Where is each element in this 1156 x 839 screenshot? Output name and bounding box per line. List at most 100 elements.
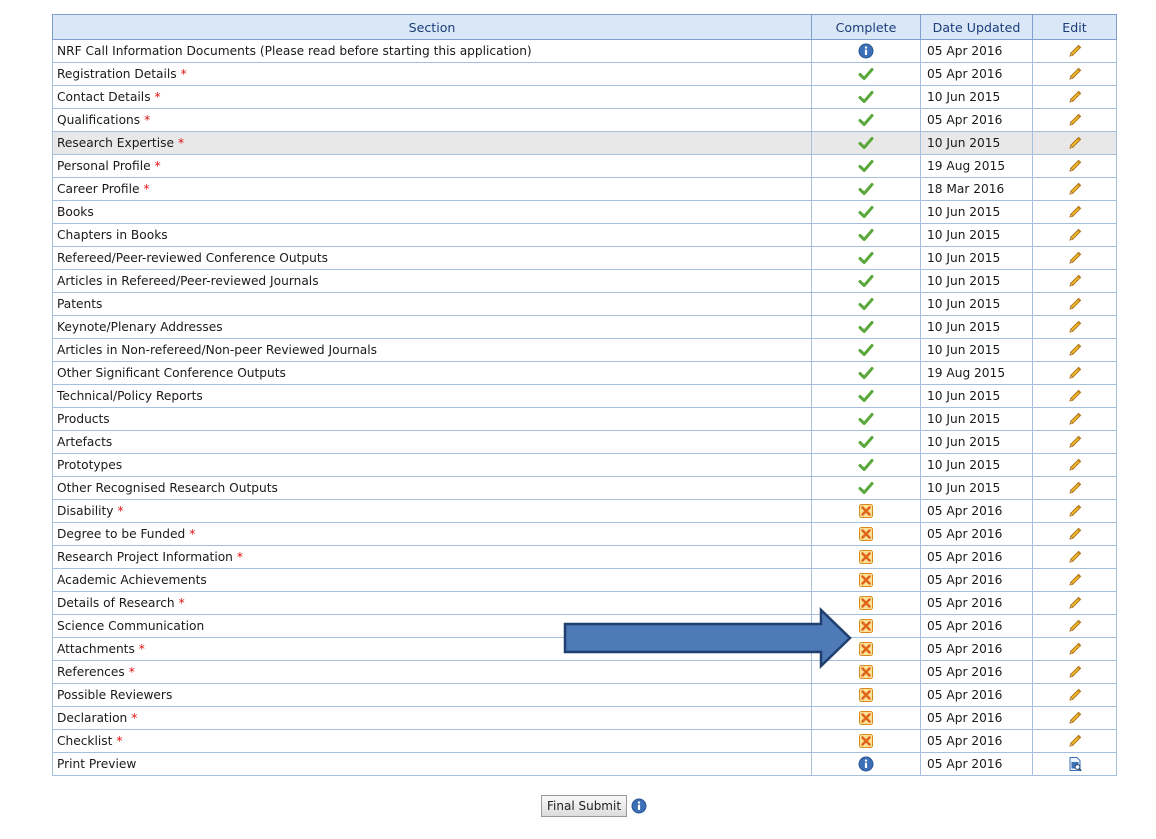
column-header-edit: Edit xyxy=(1032,14,1117,40)
pencil-edit-icon[interactable] xyxy=(1067,710,1083,726)
pencil-edit-icon[interactable] xyxy=(1067,549,1083,565)
pencil-edit-icon[interactable] xyxy=(1067,641,1083,657)
complete-check-icon xyxy=(858,66,874,82)
section-cell: Keynote/Plenary Addresses xyxy=(52,315,812,339)
pencil-edit-icon[interactable] xyxy=(1067,43,1083,59)
pencil-edit-icon[interactable] xyxy=(1067,733,1083,749)
pencil-edit-icon[interactable] xyxy=(1067,296,1083,312)
edit-cell xyxy=(1032,62,1117,86)
complete-check-icon xyxy=(858,273,874,289)
table-row: Print Preview 05 Apr 2016 xyxy=(52,752,1117,776)
section-cell: Checklist * xyxy=(52,729,812,753)
edit-cell xyxy=(1032,660,1117,684)
date-updated-cell: 05 Apr 2016 xyxy=(920,706,1033,730)
edit-cell xyxy=(1032,200,1117,224)
table-row: NRF Call Information Documents (Please r… xyxy=(52,39,1117,63)
edit-cell xyxy=(1032,315,1117,339)
date-updated-cell: 05 Apr 2016 xyxy=(920,660,1033,684)
table-row: Refereed/Peer-reviewed Conference Output… xyxy=(52,246,1117,270)
pencil-edit-icon[interactable] xyxy=(1067,89,1083,105)
complete-cell xyxy=(811,361,921,385)
table-row: Books 10 Jun 2015 xyxy=(52,200,1117,224)
pencil-edit-icon[interactable] xyxy=(1067,457,1083,473)
pencil-edit-icon[interactable] xyxy=(1067,66,1083,82)
pencil-edit-icon[interactable] xyxy=(1067,480,1083,496)
pencil-edit-icon[interactable] xyxy=(1067,503,1083,519)
section-name: Refereed/Peer-reviewed Conference Output… xyxy=(57,251,328,265)
pencil-edit-icon[interactable] xyxy=(1067,434,1083,450)
complete-cell xyxy=(811,522,921,546)
final-submit-button[interactable]: Final Submit xyxy=(541,795,628,817)
pencil-edit-icon[interactable] xyxy=(1067,181,1083,197)
date-updated-cell: 10 Jun 2015 xyxy=(920,315,1033,339)
section-name: Patents xyxy=(57,297,103,311)
date-updated-cell: 10 Jun 2015 xyxy=(920,131,1033,155)
section-name: Products xyxy=(57,412,110,426)
pencil-edit-icon[interactable] xyxy=(1067,572,1083,588)
section-name: Contact Details xyxy=(57,90,151,104)
info-icon[interactable] xyxy=(858,43,874,59)
pencil-edit-icon[interactable] xyxy=(1067,595,1083,611)
required-marker: * xyxy=(189,527,196,541)
table-row: Research Project Information * 05 Apr 2016 xyxy=(52,545,1117,569)
print-preview-icon[interactable] xyxy=(1067,756,1083,772)
edit-cell xyxy=(1032,384,1117,408)
edit-cell xyxy=(1032,407,1117,431)
edit-cell xyxy=(1032,453,1117,477)
pencil-edit-icon[interactable] xyxy=(1067,158,1083,174)
pencil-edit-icon[interactable] xyxy=(1067,388,1083,404)
table-row: Career Profile * 18 Mar 2016 xyxy=(52,177,1117,201)
date-updated-cell: 05 Apr 2016 xyxy=(920,568,1033,592)
date-updated-cell: 05 Apr 2016 xyxy=(920,752,1033,776)
incomplete-cross-icon xyxy=(858,595,874,611)
date-updated-cell: 10 Jun 2015 xyxy=(920,85,1033,109)
section-cell: Qualifications * xyxy=(52,108,812,132)
pencil-edit-icon[interactable] xyxy=(1067,204,1083,220)
section-name: Other Significant Conference Outputs xyxy=(57,366,286,380)
pencil-edit-icon[interactable] xyxy=(1067,411,1083,427)
section-name: Research Expertise xyxy=(57,136,174,150)
edit-cell xyxy=(1032,361,1117,385)
section-name: Other Recognised Research Outputs xyxy=(57,481,278,495)
section-name: Artefacts xyxy=(57,435,113,449)
pencil-edit-icon[interactable] xyxy=(1067,618,1083,634)
section-cell: Academic Achievements xyxy=(52,568,812,592)
pencil-edit-icon[interactable] xyxy=(1067,112,1083,128)
info-icon[interactable] xyxy=(858,756,874,772)
section-cell: Research Expertise * xyxy=(52,131,812,155)
complete-cell xyxy=(811,752,921,776)
section-cell: Degree to be Funded * xyxy=(52,522,812,546)
pencil-edit-icon[interactable] xyxy=(1067,664,1083,680)
pencil-edit-icon[interactable] xyxy=(1067,135,1083,151)
complete-cell xyxy=(811,545,921,569)
section-cell: Other Recognised Research Outputs xyxy=(52,476,812,500)
pencil-edit-icon[interactable] xyxy=(1067,526,1083,542)
pencil-edit-icon[interactable] xyxy=(1067,319,1083,335)
section-name: Science Communication xyxy=(57,619,205,633)
incomplete-cross-icon xyxy=(858,664,874,680)
edit-cell xyxy=(1032,637,1117,661)
complete-cell xyxy=(811,315,921,339)
complete-cell xyxy=(811,568,921,592)
section-name: Career Profile xyxy=(57,182,140,196)
incomplete-cross-icon xyxy=(858,572,874,588)
required-marker: * xyxy=(178,596,185,610)
date-updated-cell: 05 Apr 2016 xyxy=(920,683,1033,707)
pencil-edit-icon[interactable] xyxy=(1067,687,1083,703)
info-icon[interactable] xyxy=(631,798,647,814)
pencil-edit-icon[interactable] xyxy=(1067,227,1083,243)
complete-check-icon xyxy=(858,296,874,312)
table-row: Artefacts 10 Jun 2015 xyxy=(52,430,1117,454)
table-row: Other Significant Conference Outputs 19 A… xyxy=(52,361,1117,385)
section-cell: Other Significant Conference Outputs xyxy=(52,361,812,385)
complete-cell xyxy=(811,476,921,500)
table-row: Possible Reviewers 05 Apr 2016 xyxy=(52,683,1117,707)
pencil-edit-icon[interactable] xyxy=(1067,342,1083,358)
pencil-edit-icon[interactable] xyxy=(1067,365,1083,381)
complete-check-icon xyxy=(858,204,874,220)
table-header-row: Section Complete Date Updated Edit xyxy=(52,14,1117,40)
date-updated-cell: 05 Apr 2016 xyxy=(920,522,1033,546)
date-updated-cell: 10 Jun 2015 xyxy=(920,200,1033,224)
pencil-edit-icon[interactable] xyxy=(1067,273,1083,289)
pencil-edit-icon[interactable] xyxy=(1067,250,1083,266)
